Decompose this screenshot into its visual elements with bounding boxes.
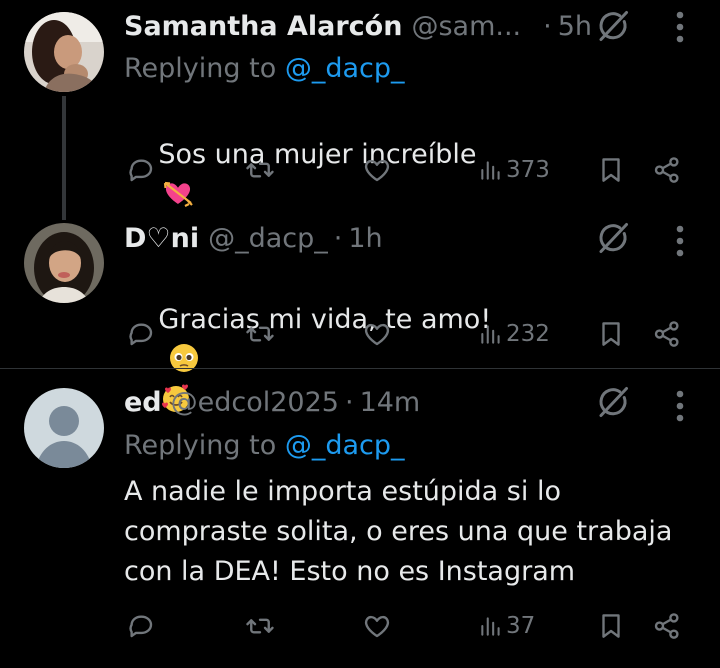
display-name[interactable]: Samantha Alarcón: [124, 11, 402, 42]
grok-icon[interactable]: [595, 220, 631, 256]
like-button[interactable]: [362, 150, 392, 190]
views-icon: [478, 613, 504, 639]
display-name[interactable]: D♡ni: [124, 223, 199, 254]
reply-button[interactable]: [126, 314, 156, 354]
user-handle[interactable]: @_dacp_: [208, 223, 328, 254]
reply-icon: [126, 319, 156, 349]
share-icon: [652, 611, 682, 641]
action-bar: 37: [0, 606, 720, 646]
like-icon: [362, 319, 392, 349]
like-icon: [362, 611, 392, 641]
mention-link[interactable]: @_dacp_: [285, 53, 405, 84]
tweet-2[interactable]: D♡ni @_dacp_ · 1h Gracias mi vida, te am…: [0, 210, 720, 412]
more-icon[interactable]: [674, 9, 686, 45]
retweet-icon: [245, 319, 275, 349]
replying-label: Replying to: [124, 53, 277, 84]
avatar[interactable]: [24, 12, 104, 92]
views-button[interactable]: 232: [478, 314, 550, 354]
tweet-text: A nadie le importa estúpida si lo compra…: [124, 476, 673, 587]
user-handle[interactable]: @sam...: [411, 11, 521, 42]
like-button[interactable]: [362, 606, 392, 646]
tweet-header: ed @edcol2025 · 14m: [124, 385, 420, 419]
tweet-1[interactable]: Samantha Alarcón @sam... · 5h Replying t…: [0, 0, 720, 220]
bookmark-icon: [596, 155, 626, 185]
more-icon[interactable]: [674, 388, 686, 424]
replying-label: Replying to: [124, 430, 277, 461]
bookmark-icon: [596, 319, 626, 349]
share-button[interactable]: [652, 606, 682, 646]
reply-button[interactable]: [126, 606, 156, 646]
retweet-icon: [245, 155, 275, 185]
like-button[interactable]: [362, 314, 392, 354]
like-icon: [362, 155, 392, 185]
views-button[interactable]: 37: [478, 606, 535, 646]
share-button[interactable]: [652, 314, 682, 354]
bookmark-button[interactable]: [596, 314, 626, 354]
bookmark-button[interactable]: [596, 150, 626, 190]
timestamp[interactable]: 14m: [360, 387, 421, 418]
retweet-button[interactable]: [245, 606, 275, 646]
mention-link[interactable]: @_dacp_: [285, 430, 405, 461]
display-name[interactable]: ed: [124, 387, 162, 418]
views-count: 37: [506, 613, 536, 639]
reply-icon: [126, 155, 156, 185]
tweet-3[interactable]: ed @edcol2025 · 14m Replying to @_dacp_ …: [0, 369, 720, 668]
views-button[interactable]: 373: [478, 150, 550, 190]
views-icon: [478, 157, 504, 183]
separator-dot: ·: [543, 10, 552, 42]
separator-dot: ·: [344, 386, 354, 418]
bookmark-icon: [596, 611, 626, 641]
action-bar: 373: [0, 150, 720, 190]
views-icon: [478, 321, 504, 347]
timestamp[interactable]: 5h: [558, 11, 592, 42]
avatar[interactable]: [24, 388, 104, 468]
grok-icon[interactable]: [595, 8, 631, 44]
tweet-header: Samantha Alarcón @sam... · 5h: [124, 9, 592, 43]
views-count: 232: [506, 321, 550, 347]
replying-to: Replying to @_dacp_: [124, 430, 404, 461]
reply-icon: [126, 611, 156, 641]
share-button[interactable]: [652, 150, 682, 190]
bookmark-button[interactable]: [596, 606, 626, 646]
reply-button[interactable]: [126, 150, 156, 190]
views-count: 373: [506, 157, 550, 183]
replying-to: Replying to @_dacp_: [124, 53, 404, 84]
retweet-button[interactable]: [245, 314, 275, 354]
separator-dot: ·: [333, 222, 343, 254]
retweet-icon: [245, 611, 275, 641]
share-icon: [652, 155, 682, 185]
more-icon[interactable]: [674, 223, 686, 259]
share-icon: [652, 319, 682, 349]
avatar[interactable]: [24, 223, 104, 303]
timestamp[interactable]: 1h: [348, 223, 382, 254]
tweet-header: D♡ni @_dacp_ · 1h: [124, 221, 383, 255]
action-bar: 232: [0, 314, 720, 354]
user-handle[interactable]: @edcol2025: [171, 387, 339, 418]
grok-icon[interactable]: [595, 384, 631, 420]
retweet-button[interactable]: [245, 150, 275, 190]
